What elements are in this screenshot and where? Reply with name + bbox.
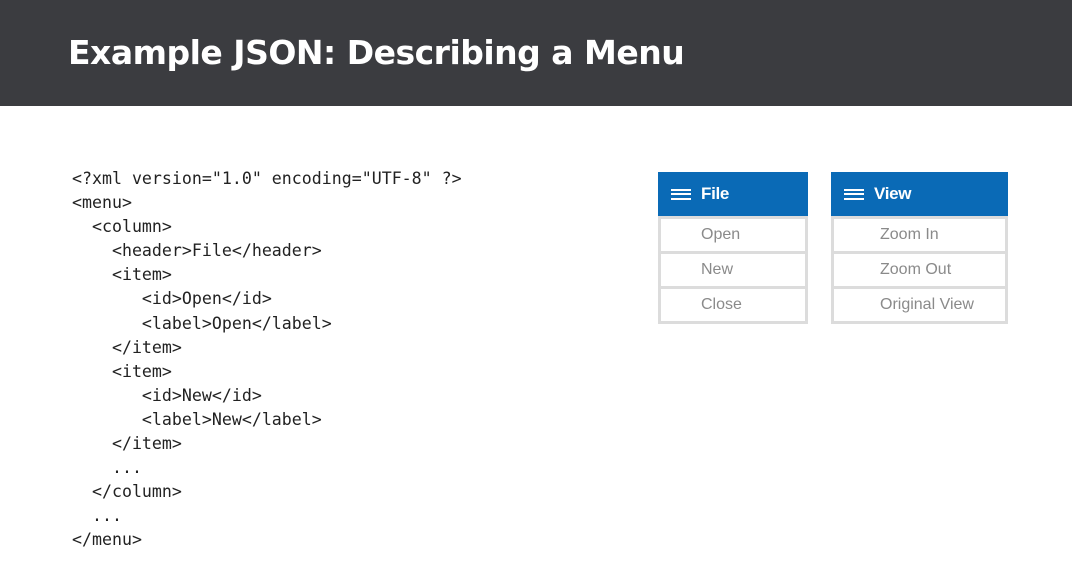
title-bar: Example JSON: Describing a Menu: [0, 0, 1072, 106]
slide-title: Example JSON: Describing a Menu: [68, 33, 685, 72]
code-block: <?xml version="1.0" encoding="UTF-8" ?> …: [72, 167, 462, 553]
code-line: <?xml version="1.0" encoding="UTF-8" ?>: [72, 169, 462, 188]
file-menu-items: Open New Close: [658, 216, 808, 324]
file-menu-header[interactable]: File: [658, 172, 808, 216]
code-line: <menu>: [72, 193, 132, 213]
code-line: <id>Open</id>: [72, 289, 272, 309]
code-line: <header>File</header>: [72, 241, 322, 261]
menu-item-zoom-out[interactable]: Zoom Out: [834, 254, 1005, 286]
code-line: <label>New</label>: [72, 409, 322, 429]
code-line: <id>New</id>: [72, 385, 262, 405]
code-line: </item>: [72, 337, 182, 357]
code-line: </column>: [72, 482, 182, 502]
file-menu-title: File: [701, 184, 730, 203]
menu-item-open[interactable]: Open: [661, 219, 805, 251]
code-line: </menu>: [72, 530, 142, 550]
code-line: <item>: [72, 361, 172, 381]
view-menu: View Zoom In Zoom Out Original View: [831, 172, 1008, 324]
code-line: <column>: [72, 217, 172, 237]
menu-item-close[interactable]: Close: [661, 289, 805, 321]
view-menu-title: View: [874, 184, 912, 203]
code-line: </item>: [72, 434, 182, 454]
view-menu-header[interactable]: View: [831, 172, 1008, 216]
menu-item-original-view[interactable]: Original View: [834, 289, 1005, 321]
hamburger-icon: [844, 188, 864, 200]
view-menu-items: Zoom In Zoom Out Original View: [831, 216, 1008, 324]
hamburger-icon: [671, 188, 691, 200]
code-line: <label>Open</label>: [72, 313, 332, 333]
code-line: ...: [72, 458, 142, 478]
file-menu: File Open New Close: [658, 172, 808, 324]
code-line: ...: [72, 506, 122, 526]
code-line: <item>: [72, 265, 172, 285]
menu-item-new[interactable]: New: [661, 254, 805, 286]
menu-item-zoom-in[interactable]: Zoom In: [834, 219, 1005, 251]
